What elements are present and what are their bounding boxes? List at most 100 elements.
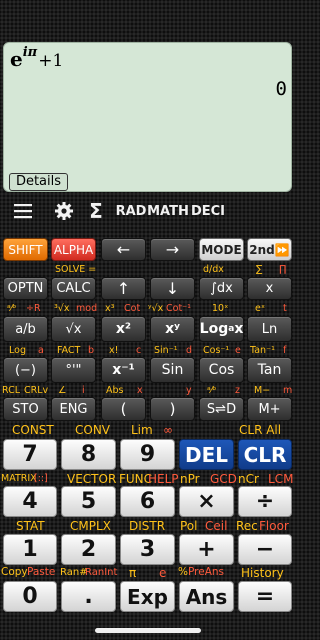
square-key[interactable]: x²	[101, 316, 146, 342]
digit-2-key[interactable]: 2	[61, 534, 116, 565]
expr-exponent: iπ	[22, 45, 38, 60]
label-ran: Ran#	[60, 567, 88, 578]
sin-key[interactable]: Sin	[150, 357, 195, 383]
multiply-key[interactable]: ×	[179, 486, 234, 517]
label-paste: Paste	[27, 566, 56, 578]
label-clr-all: CLR All	[239, 423, 282, 437]
digit-3-key[interactable]: 3	[120, 534, 175, 565]
fraction-key[interactable]: a/b	[3, 316, 48, 342]
sto-key[interactable]: STO	[3, 397, 48, 421]
home-indicator[interactable]	[95, 628, 201, 633]
digit-1-key[interactable]: 1	[3, 534, 57, 565]
clear-key[interactable]: CLR	[238, 439, 292, 470]
label-copy: Copy	[1, 566, 28, 578]
digit-7-key[interactable]: 7	[3, 439, 57, 470]
digit-8-key[interactable]: 8	[61, 439, 116, 470]
label-const: CONST	[12, 423, 54, 437]
label-t: t	[283, 303, 287, 314]
display-mode-math[interactable]: MATH	[147, 199, 189, 223]
label-crlv: CRLv	[24, 385, 49, 396]
label-acos: Cos⁻¹	[203, 345, 230, 356]
log-key-arg: x	[234, 321, 244, 337]
label-c: c	[136, 345, 142, 356]
shift-key[interactable]: SHIFT	[3, 238, 48, 261]
equals-key[interactable]: =	[238, 581, 292, 612]
label-lim: Lim	[131, 423, 153, 437]
variable-x-key[interactable]: x	[247, 277, 292, 300]
eng-key[interactable]: ENG	[51, 397, 96, 421]
hamburger-menu-icon[interactable]	[10, 199, 36, 223]
exp-key[interactable]: Exp	[120, 581, 175, 612]
digit-0-key[interactable]: 0	[3, 581, 57, 612]
cursor-down-key[interactable]: ↓	[150, 277, 195, 300]
cos-key[interactable]: Cos	[199, 357, 244, 383]
digit-9-key[interactable]: 9	[120, 439, 175, 470]
log-base-key[interactable]: Log a x	[199, 316, 244, 342]
digit-5-key[interactable]: 5	[61, 486, 116, 517]
cursor-left-key[interactable]: ←	[101, 238, 146, 261]
label-vector: VECTOR	[67, 472, 117, 486]
log-key-label: Log	[199, 321, 229, 337]
label-mod: mod	[76, 303, 98, 314]
label-prod: ∏	[279, 264, 287, 275]
label-abs: Abs	[106, 385, 124, 396]
details-button[interactable]: Details	[9, 173, 68, 191]
label-solve: SOLVE =	[55, 264, 97, 275]
negative-key[interactable]: (−)	[3, 357, 48, 383]
label-conv: CONV	[75, 423, 111, 437]
m-plus-key[interactable]: M+	[247, 397, 292, 421]
divide-key[interactable]: ÷	[238, 486, 292, 517]
label-ab: ᵃ⁄ᵇ	[7, 303, 17, 314]
mode-key[interactable]: MODE	[199, 238, 244, 261]
sigma-icon[interactable]: Σ	[86, 199, 106, 223]
sqrt-key[interactable]: √x	[51, 316, 96, 342]
label-rec: Rec	[236, 519, 258, 533]
digit-4-key[interactable]: 4	[3, 486, 57, 517]
label-mminus: M−	[254, 385, 271, 396]
label-ranint: RanInt	[85, 567, 118, 578]
alpha-key[interactable]: ALPHA	[51, 238, 96, 261]
cursor-up-key[interactable]: ↑	[101, 277, 146, 300]
angle-mode-rad[interactable]: RAD	[116, 199, 147, 223]
subtract-key[interactable]: −	[238, 534, 292, 565]
expr-base: e	[10, 47, 23, 71]
left-paren-key[interactable]: (	[101, 397, 146, 421]
number-mode-deci[interactable]: DECI	[190, 199, 226, 223]
gear-icon[interactable]	[51, 199, 77, 223]
label-rcl: RCL	[2, 385, 21, 396]
decimal-point-key[interactable]: .	[61, 581, 116, 612]
second-function-key[interactable]: 2nd⏩	[247, 238, 292, 261]
label-matrix: MATRIX	[1, 473, 37, 484]
label-preans: PreAns	[188, 566, 225, 578]
label-stat: STAT	[16, 519, 45, 533]
label-help: HELP	[148, 472, 179, 486]
reciprocal-key[interactable]: x⁻¹	[101, 357, 146, 383]
label-div-r: ÷R	[26, 303, 41, 314]
degree-key[interactable]: °'"	[51, 357, 96, 383]
label-b: b	[88, 345, 95, 356]
label-angle: ∠	[58, 385, 67, 396]
sd-toggle-key[interactable]: S⇌D	[199, 397, 244, 421]
label-e-const: e	[159, 566, 167, 580]
delete-key[interactable]: DEL	[179, 439, 234, 470]
expr-rest: +1	[38, 51, 64, 71]
right-paren-key[interactable]: )	[150, 397, 195, 421]
ln-key[interactable]: Ln	[247, 316, 292, 342]
label-y: y	[186, 385, 192, 396]
power-key[interactable]: xʸ	[150, 316, 195, 342]
label-z: z	[235, 385, 240, 396]
optn-key[interactable]: OPTN	[3, 277, 48, 300]
label-matrix-bracket: [::]	[34, 473, 48, 484]
label-atan: Tan⁻¹	[250, 345, 275, 356]
label-yroot: ʸ√x	[148, 303, 164, 314]
calc-key[interactable]: CALC	[51, 277, 96, 300]
ans-key[interactable]: Ans	[179, 581, 234, 612]
label-pi: π	[129, 566, 137, 580]
integral-key[interactable]: ∫dx	[199, 277, 244, 300]
cursor-right-key[interactable]: →	[150, 238, 195, 261]
label-i: i	[82, 385, 85, 396]
tan-key[interactable]: Tan	[247, 357, 292, 383]
digit-6-key[interactable]: 6	[120, 486, 175, 517]
add-key[interactable]: +	[179, 534, 234, 565]
label-ncr: nCr	[238, 472, 259, 486]
